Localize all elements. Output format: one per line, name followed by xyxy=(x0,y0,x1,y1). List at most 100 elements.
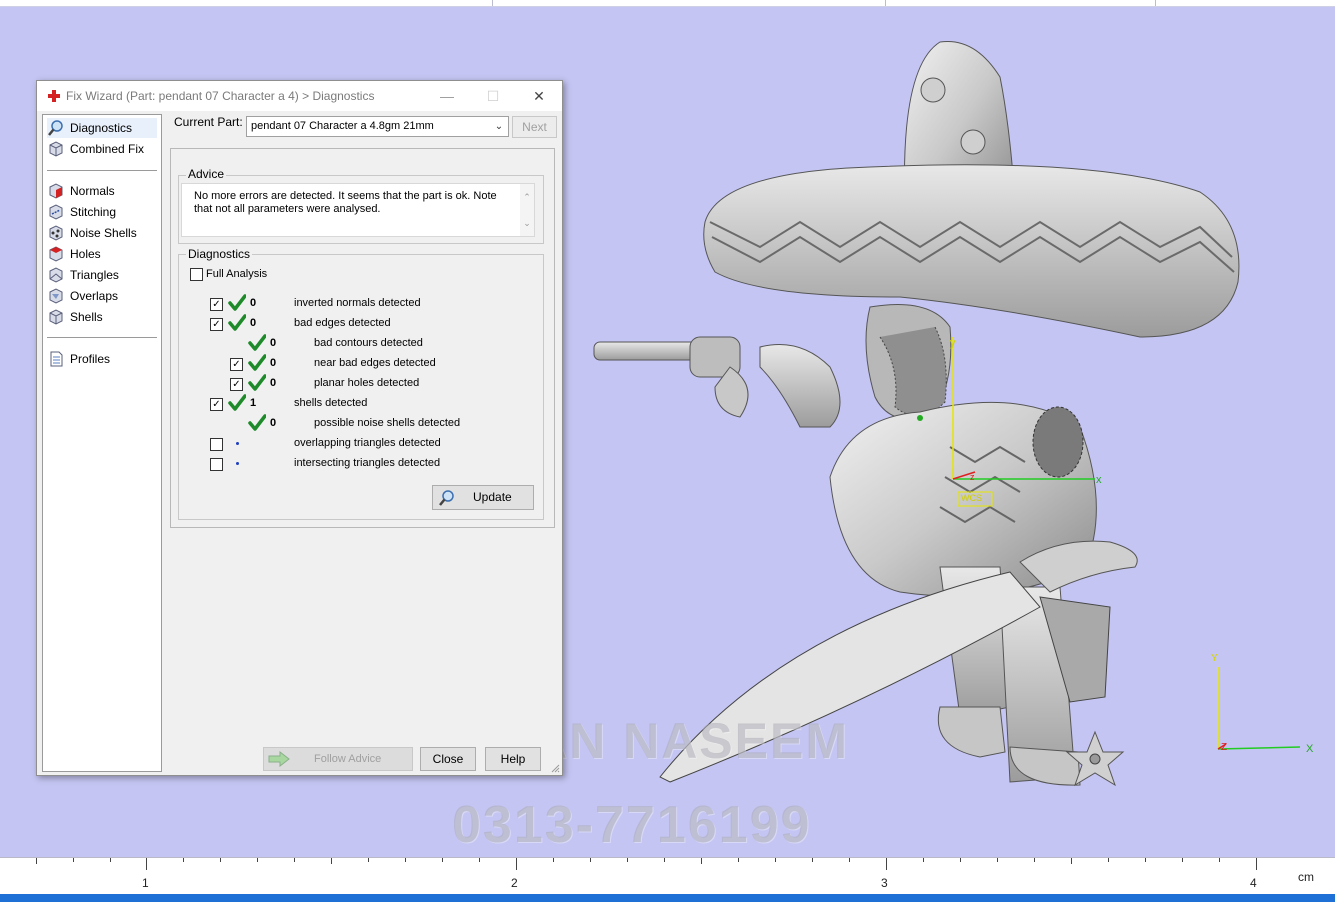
update-button-label: Update xyxy=(473,490,512,504)
red-cross-icon xyxy=(48,90,60,102)
full-analysis-checkbox[interactable] xyxy=(190,268,203,281)
magnifier-icon xyxy=(48,120,63,136)
ruler-unit: cm xyxy=(1298,870,1314,884)
dialog-titlebar[interactable]: Fix Wizard (Part: pendant 07 Character a… xyxy=(37,81,562,111)
ruler-tick xyxy=(442,858,443,862)
diagnostic-checkbox[interactable]: ✓ xyxy=(230,378,243,391)
nav-item-diagnostics[interactable]: Diagnostics xyxy=(47,118,157,138)
close-window-button[interactable]: ✕ xyxy=(525,85,553,107)
normals-cube-icon xyxy=(49,183,63,199)
nav-item-overlaps[interactable]: Overlaps xyxy=(47,286,157,306)
advice-scrollbar[interactable]: ⌃ ⌄ xyxy=(520,184,534,236)
next-button[interactable]: Next xyxy=(512,116,557,138)
ruler-tick xyxy=(1219,858,1220,862)
wcs-label: WCS xyxy=(961,493,982,503)
ruler-tick xyxy=(1071,858,1072,864)
diagnostic-checkbox[interactable]: ✓ xyxy=(210,318,223,331)
fix-wizard-dialog: Fix Wizard (Part: pendant 07 Character a… xyxy=(36,80,563,776)
ruler-tick xyxy=(368,858,369,862)
ruler-tick xyxy=(331,858,332,864)
ruler-tick xyxy=(516,858,517,870)
axis-label-z: z xyxy=(970,472,975,482)
nav-divider xyxy=(47,170,157,171)
resize-grip-icon[interactable] xyxy=(550,763,560,773)
green-check-icon xyxy=(228,294,246,311)
diagnostic-checkbox[interactable]: ✓ xyxy=(210,398,223,411)
ruler-tick xyxy=(1108,858,1109,862)
diagnostic-count: 0 xyxy=(250,297,257,309)
nav-item-combined-fix[interactable]: Combined Fix xyxy=(47,139,157,159)
nav-item-normals[interactable]: Normals xyxy=(47,181,157,201)
ruler-tick xyxy=(553,858,554,862)
cube-icon xyxy=(49,141,63,157)
maximize-button[interactable]: ☐ xyxy=(479,85,507,107)
nav-item-triangles[interactable]: Triangles xyxy=(47,265,157,285)
ruler-tick xyxy=(923,858,924,862)
ruler-tick xyxy=(257,858,258,862)
advice-textbox[interactable]: No more errors are detected. It seems th… xyxy=(181,183,535,237)
triad-x-label: X xyxy=(1306,743,1314,755)
ruler-label: 2 xyxy=(511,876,518,890)
stitching-cube-icon xyxy=(49,204,63,220)
ruler-tick xyxy=(775,858,776,862)
diagnostic-count: 0 xyxy=(270,357,277,369)
axis-label-y: y xyxy=(950,337,956,349)
current-part-select[interactable]: pendant 07 Character a 4.8gm 21mm ⌄ xyxy=(246,116,509,137)
follow-advice-label: Follow Advice xyxy=(314,753,382,765)
nav-item-label: Combined Fix xyxy=(70,142,145,156)
ruler-tick xyxy=(997,858,998,862)
diagnostic-count: 0 xyxy=(270,377,277,389)
green-check-icon xyxy=(248,414,266,431)
diagnostic-label: overlapping triangles detected xyxy=(294,437,441,449)
ruler-tick xyxy=(479,858,480,862)
diagnostic-checkbox[interactable] xyxy=(210,458,223,471)
follow-advice-button[interactable]: Follow Advice xyxy=(263,747,413,771)
nav-item-label: Noise Shells xyxy=(70,226,137,240)
ruler-label: 1 xyxy=(142,876,149,890)
ruler-tick xyxy=(183,858,184,862)
diagnostic-label: near bad edges detected xyxy=(314,357,436,369)
triad-z-label: Z xyxy=(1221,742,1228,753)
noise-shells-icon xyxy=(49,225,63,241)
pending-dot-icon xyxy=(236,462,239,465)
nav-item-shells[interactable]: Shells xyxy=(47,307,157,327)
green-check-icon xyxy=(248,334,266,351)
ruler-tick xyxy=(146,858,147,870)
ruler-tick xyxy=(664,858,665,862)
fix-wizard-nav: Diagnostics Combined Fix Normals Stitchi… xyxy=(42,114,162,772)
nav-item-profiles[interactable]: Profiles xyxy=(47,349,157,369)
nav-item-label: Normals xyxy=(70,184,115,198)
diagnostic-checkbox[interactable]: ✓ xyxy=(210,298,223,311)
ruler-tick xyxy=(627,858,628,862)
toolbar-separator xyxy=(492,0,493,6)
triad-y-label: Y xyxy=(1211,653,1218,664)
minimize-button[interactable]: — xyxy=(433,85,461,107)
nav-item-holes[interactable]: Holes xyxy=(47,244,157,264)
ruler-label: 4 xyxy=(1250,876,1257,890)
diagnostic-checkbox[interactable]: ✓ xyxy=(230,358,243,371)
diagnostic-label: bad contours detected xyxy=(314,337,423,349)
green-check-icon xyxy=(228,394,246,411)
close-button[interactable]: Close xyxy=(420,747,476,771)
nav-item-label: Diagnostics xyxy=(70,121,133,135)
toolbar-separator xyxy=(885,0,886,6)
green-check-icon xyxy=(248,354,266,371)
diagnostic-checkbox[interactable] xyxy=(210,438,223,451)
scroll-up-icon[interactable]: ⌃ xyxy=(520,184,534,210)
ruler-tick xyxy=(110,858,111,862)
nav-item-label: Stitching xyxy=(70,205,117,219)
status-bar xyxy=(0,894,1335,902)
ruler-tick xyxy=(1256,858,1257,870)
arrow-right-icon xyxy=(268,751,290,767)
ruler-tick xyxy=(1182,858,1183,862)
diagnostic-count: 0 xyxy=(270,337,277,349)
ruler-tick xyxy=(294,858,295,862)
ruler-tick xyxy=(73,858,74,862)
nav-item-noise-shells[interactable]: Noise Shells xyxy=(47,223,157,243)
help-button[interactable]: Help xyxy=(485,747,541,771)
ruler-tick xyxy=(590,858,591,862)
scroll-down-icon[interactable]: ⌄ xyxy=(520,210,534,236)
bottom-ruler: 1 2 3 4 cm xyxy=(0,857,1335,895)
update-button[interactable]: Update xyxy=(432,485,534,510)
nav-item-stitching[interactable]: Stitching xyxy=(47,202,157,222)
